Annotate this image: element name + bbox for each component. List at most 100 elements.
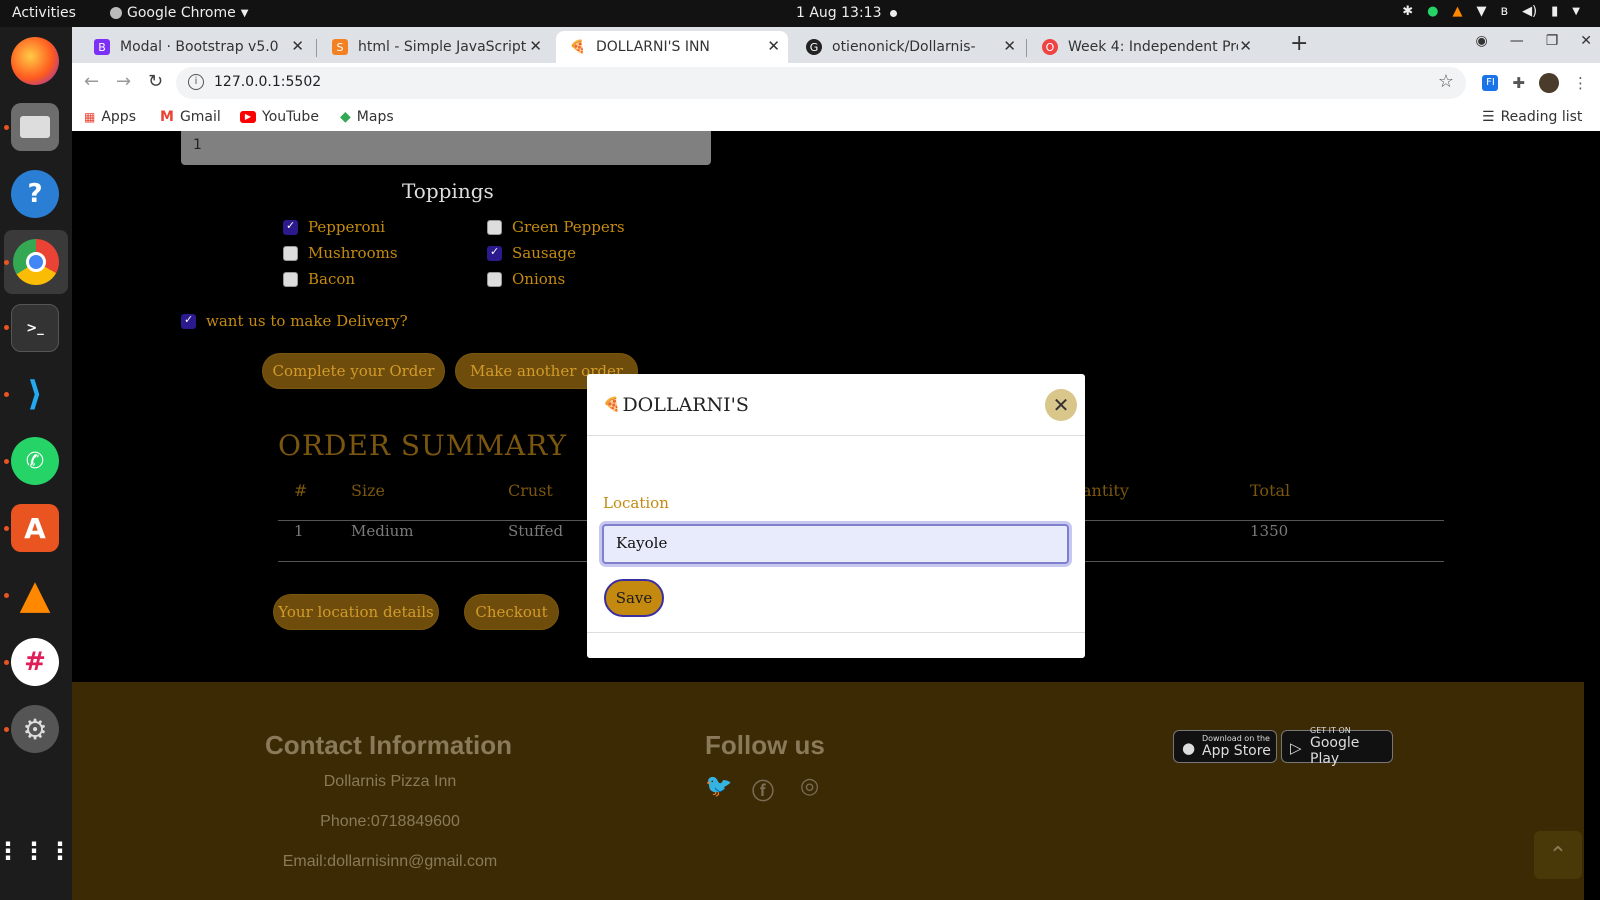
close-tab-icon[interactable]: ✕ [767,37,780,55]
close-tab-icon[interactable]: ✕ [529,37,542,55]
running-indicator [4,125,9,130]
reading-list[interactable]: ☰ Reading list [1482,109,1582,125]
activities-button[interactable]: Activities [12,5,76,21]
bookmark-star-icon[interactable]: ☆ [1438,71,1454,92]
delivery-label: want us to make Delivery? [206,312,408,330]
checkbox[interactable] [487,219,502,235]
footer-phone: Phone:0718849600 [320,813,460,830]
app-store-icon[interactable]: A [11,504,59,552]
settings-icon[interactable]: ⚙ [11,705,59,753]
facebook-icon[interactable]: ⓕ [752,774,774,806]
close-tab-icon[interactable]: ✕ [291,37,304,55]
order-summary-title: ORDER SUMMARY [278,429,567,462]
topping-bacon[interactable]: Bacon [283,270,355,288]
forward-icon[interactable]: → [116,71,131,92]
chrome-icon [13,239,59,285]
window-controls: ◉ — ❐ ✕ [1475,33,1592,49]
topping-green-peppers[interactable]: Green Peppers [487,218,625,236]
gmail-icon: M [160,109,174,125]
help-icon[interactable]: ? [11,170,59,218]
tab-bootstrap-modal[interactable]: B Modal · Bootstrap v5.0 ✕ [80,31,312,63]
google-play-icon: ▷ [1290,739,1302,757]
vlc-icon[interactable]: ▲ [11,571,59,619]
app-store-badge[interactable]: ● Download on the App Store [1173,730,1277,763]
pizza-favicon-icon: 🍕 [569,39,587,55]
location-input[interactable]: Kayole [602,524,1069,564]
topping-label: Green Peppers [512,218,625,236]
running-indicator [4,526,9,531]
minimize-icon[interactable]: — [1510,33,1524,49]
clock-label: 1 Aug 13:13 [796,5,882,21]
whatsapp-icon[interactable]: ✆ [11,437,59,485]
terminal-icon[interactable]: >_ [11,304,59,352]
checkbox[interactable] [181,313,196,329]
new-tab-button[interactable]: + [1290,31,1308,56]
checkbox[interactable] [283,271,298,287]
location-details-button[interactable]: Your location details [273,594,439,630]
bookmark-maps[interactable]: ◆ Maps [340,109,394,125]
tab-title: html - Simple JavaScript C [358,39,528,55]
running-indicator [4,660,9,665]
checkbox[interactable] [487,271,502,287]
restore-icon[interactable]: ❐ [1546,33,1559,49]
close-window-icon[interactable]: ✕ [1580,33,1592,49]
quantity-input[interactable]: 1 [181,131,711,165]
back-icon[interactable]: ← [84,71,99,92]
files-icon[interactable] [11,103,59,151]
topping-label: Mushrooms [308,244,398,262]
chevron-down-icon: ▼ [1572,6,1580,17]
app-menu[interactable]: Google Chrome ▼ [110,5,248,21]
checkbox[interactable] [487,245,502,261]
tab-github[interactable]: G otienonick/Dollarnis- ✕ [792,31,1024,63]
footer-business-name: Dollarnis Pizza Inn [323,773,457,790]
complete-order-button[interactable]: Complete your Order [262,353,445,389]
topping-pepperoni[interactable]: Pepperoni [283,218,385,236]
back-to-top-button[interactable]: ⌃ [1534,831,1582,879]
close-tab-icon[interactable]: ✕ [1239,37,1252,55]
bookmark-youtube[interactable]: ▶ YouTube [240,109,319,125]
tab-week4[interactable]: O Week 4: Independent Proj ✕ [1028,31,1260,63]
slack-icon[interactable]: # [11,638,59,686]
checkout-button[interactable]: Checkout [464,594,559,630]
profile-avatar[interactable] [1539,73,1559,93]
instagram-icon[interactable]: ◎ [800,774,819,799]
running-indicator [4,260,9,265]
close-icon: ✕ [1052,393,1070,417]
system-tray[interactable]: ✱ ● ▲ ▼ ʙ ◀) ▮ ▼ [1402,4,1580,19]
tab-search-icon[interactable]: ◉ [1475,33,1487,49]
topping-onions[interactable]: Onions [487,270,565,288]
tab-dollarnis-inn[interactable]: 🍕 DOLLARNI'S INN ✕ [556,31,788,63]
address-bar[interactable]: i 127.0.0.1:5502 ☆ [176,67,1466,99]
extensions-puzzle-icon[interactable]: ✚ [1512,74,1525,92]
google-play-badge[interactable]: ▷ GET IT ON Google Play [1281,726,1393,767]
checkbox[interactable] [283,245,298,261]
site-info-icon[interactable]: i [188,74,204,90]
save-button[interactable]: Save [604,579,664,617]
tab-stackoverflow[interactable]: S html - Simple JavaScript C ✕ [318,31,550,63]
app-store-text: App Store [1202,743,1271,759]
clock[interactable]: 1 Aug 13:13 [796,5,897,21]
twitter-icon[interactable]: 🐦 [705,774,732,799]
bookmark-gmail[interactable]: M Gmail [160,109,221,125]
topping-mushrooms[interactable]: Mushrooms [283,244,398,262]
firefox-icon[interactable] [11,37,59,85]
reload-icon[interactable]: ↻ [148,71,163,92]
table-header: # [294,481,308,500]
app-grid-icon[interactable]: ⋮⋮⋮ [0,827,72,875]
modal-title: 🍕 DOLLARNI'S [603,394,749,416]
close-modal-button[interactable]: ✕ [1045,389,1077,421]
reading-list-icon: ☰ [1482,109,1495,125]
bookmark-apps[interactable]: ▦ Apps [84,109,136,125]
vlc-tray-icon: ▲ [1452,4,1463,19]
extensions-area: FI ✚ ⋮ [1482,73,1588,93]
topping-sausage[interactable]: Sausage [487,244,576,262]
delivery-checkbox[interactable]: want us to make Delivery? [181,312,408,330]
checkbox[interactable] [283,219,298,235]
chrome-icon [110,7,122,19]
vscode-icon[interactable]: ⟩ [11,370,59,418]
chrome-menu-icon[interactable]: ⋮ [1573,74,1588,92]
chrome-dock-item[interactable] [4,230,68,294]
translate-extension-icon[interactable]: FI [1482,75,1499,91]
contact-title: Contact Information [265,730,512,760]
close-tab-icon[interactable]: ✕ [1003,37,1016,55]
